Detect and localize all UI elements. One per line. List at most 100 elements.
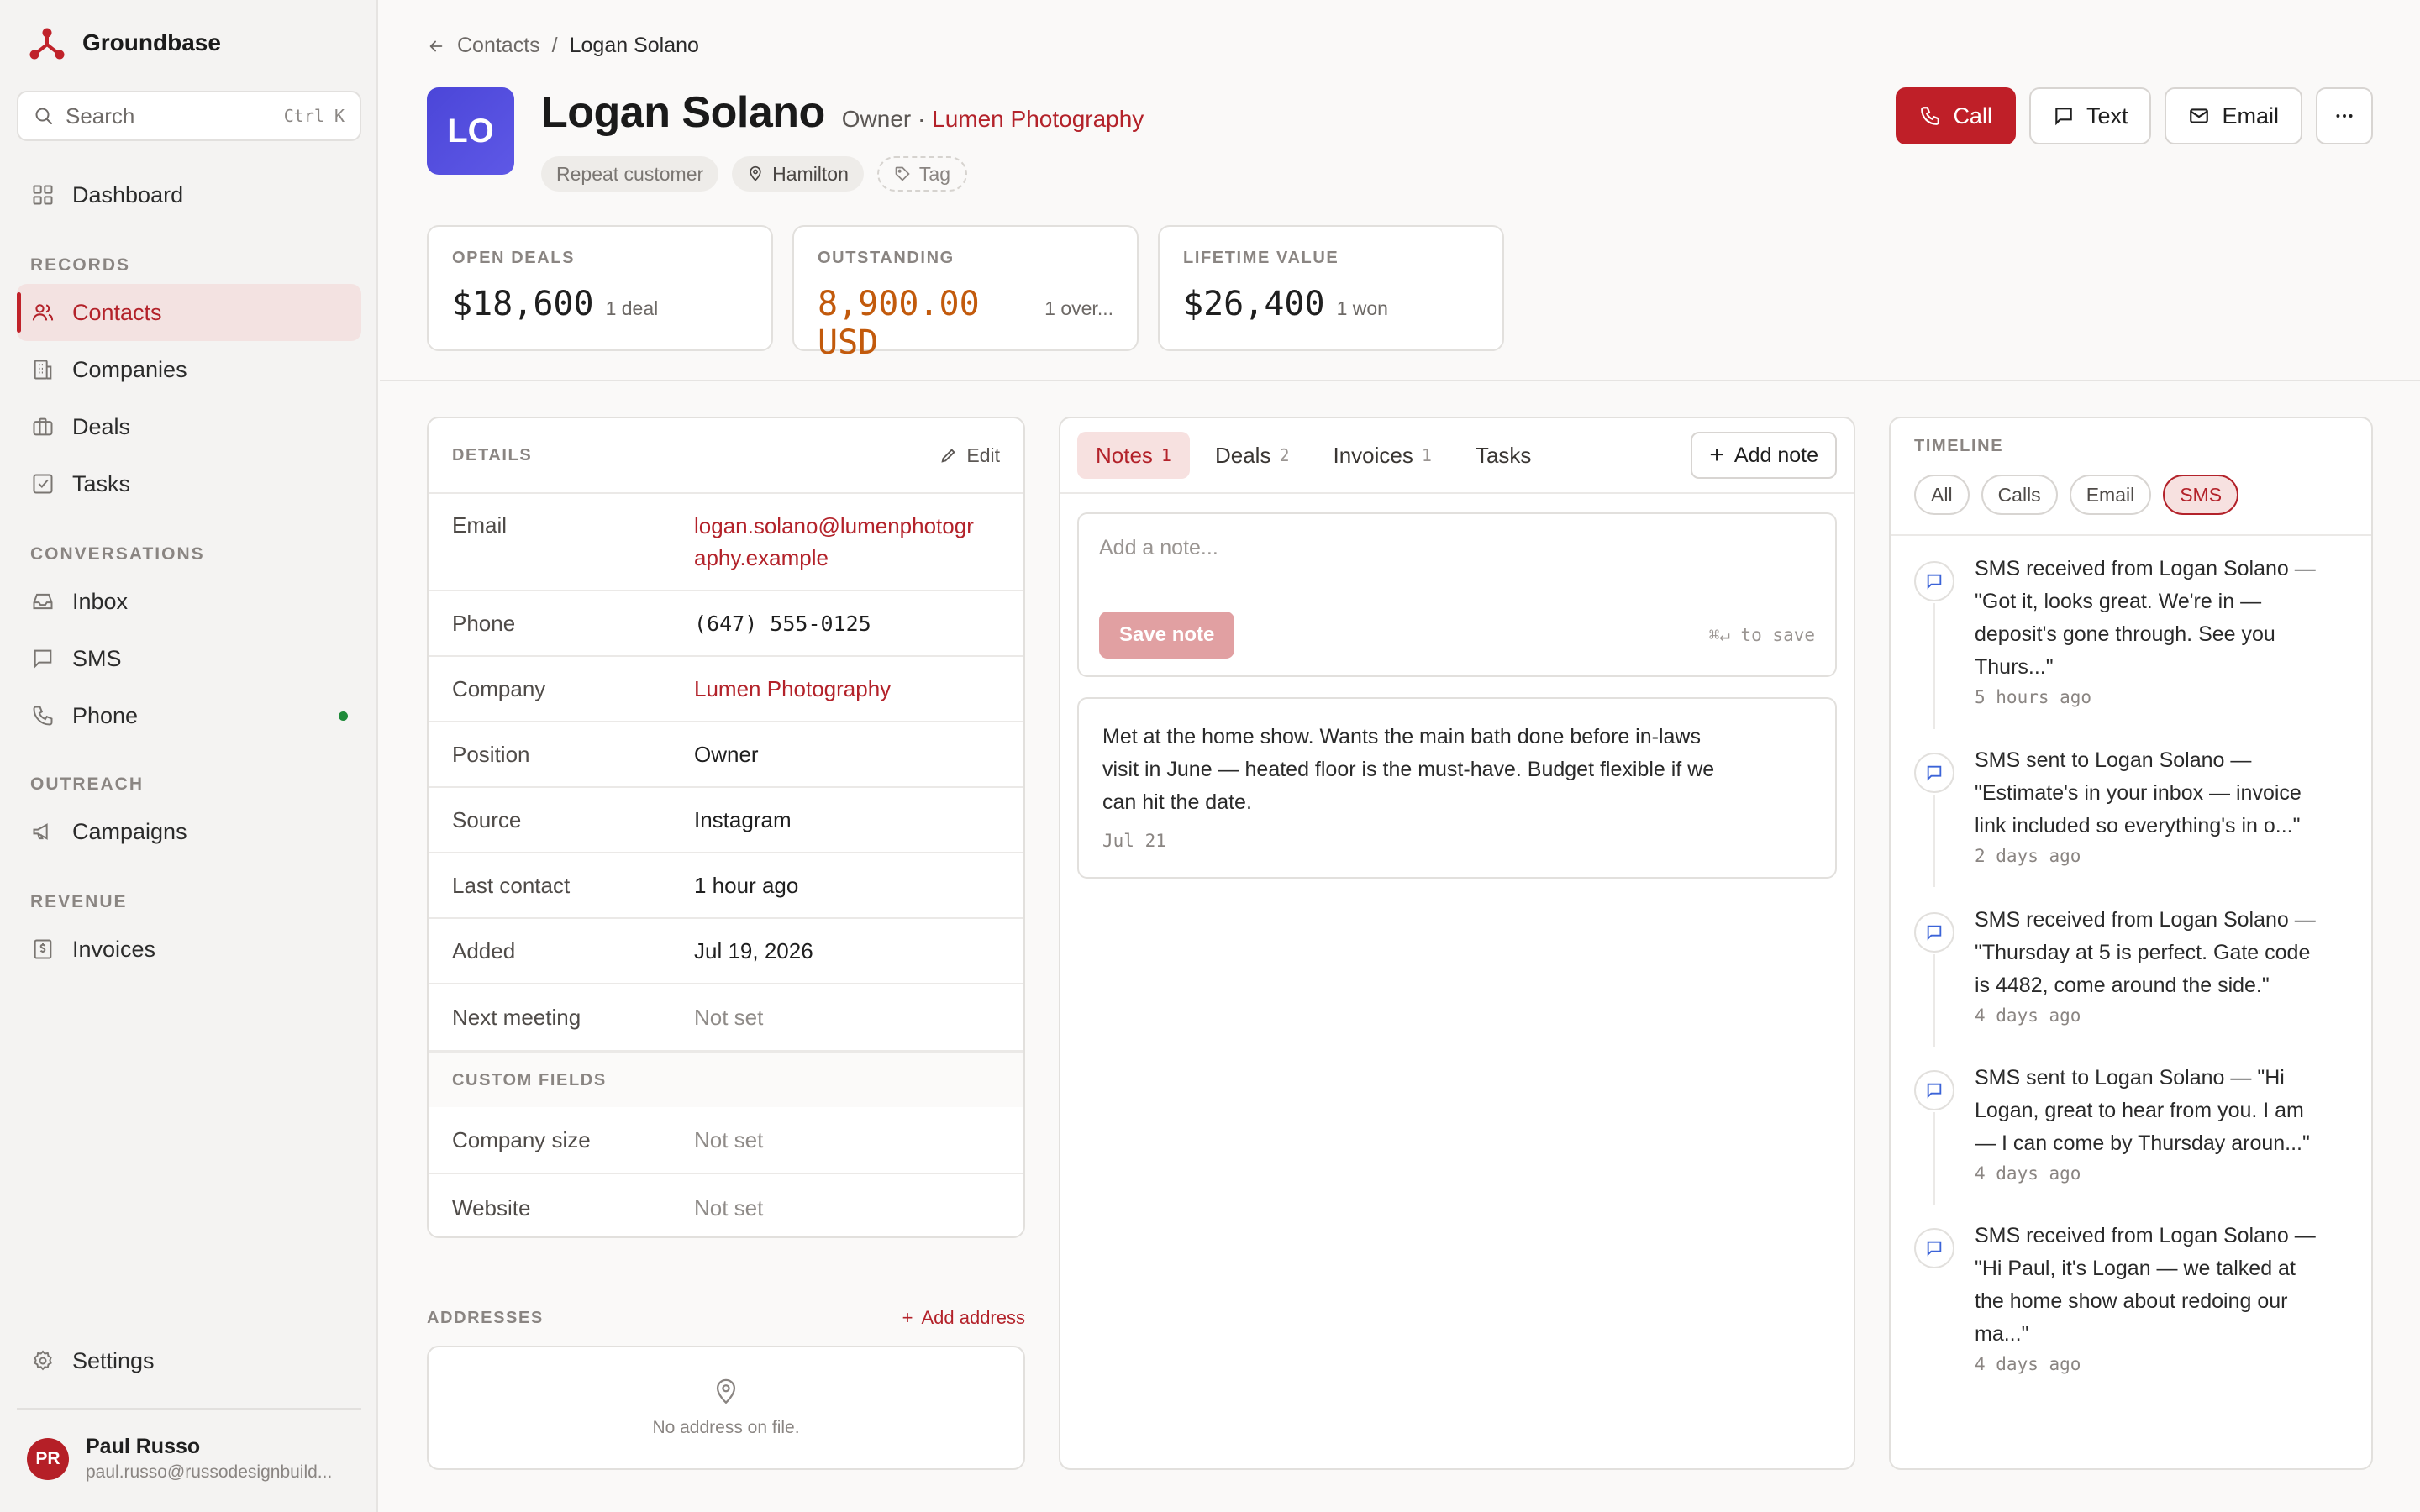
sidebar-item-campaigns[interactable]: Campaigns	[17, 803, 361, 860]
contact-company-link[interactable]: Lumen Photography	[932, 106, 1144, 132]
call-button[interactable]: Call	[1896, 87, 2016, 144]
sidebar-item-tasks[interactable]: Tasks	[17, 455, 361, 512]
detail-row-phone: Phone (647) 555-0125	[429, 591, 1023, 657]
detail-value[interactable]: Not set	[694, 1195, 763, 1221]
sidebar-item-deals[interactable]: Deals	[17, 398, 361, 455]
timeline-line: — I can come by Thursday aroun..."	[1975, 1131, 2310, 1155]
note-composer[interactable]: Add a note... Save note ⌘↵ to save	[1077, 512, 1837, 677]
breadcrumb-contacts-link[interactable]: Contacts	[457, 34, 540, 58]
stat-value: $18,600	[452, 285, 594, 323]
timeline-header: TIMELINE All Calls Email SMS	[1891, 418, 2371, 536]
sidebar-item-label: Settings	[72, 1347, 155, 1373]
email-line-2: aphy.example	[694, 545, 829, 570]
building-icon	[34, 360, 52, 380]
text-button-label: Text	[2086, 102, 2128, 129]
sidebar-item-sms[interactable]: SMS	[17, 630, 361, 687]
timeline-line: SMS received from Logan Solano —	[1975, 1224, 2316, 1247]
sidebar-item-contacts[interactable]: Contacts	[17, 284, 361, 341]
timeline-line: is 4482, come around the side."	[1975, 974, 2270, 997]
dashboard-grid-icon	[33, 185, 53, 205]
page-title: Logan Solano	[541, 88, 825, 137]
contact-avatar: LO	[427, 87, 514, 175]
contact-position: Owner ·	[841, 106, 926, 132]
megaphone-icon	[33, 823, 48, 840]
sidebar-item-invoices[interactable]: Invoices	[17, 921, 361, 978]
save-note-button[interactable]: Save note	[1099, 612, 1235, 659]
sidebar-item-label: Companies	[72, 356, 187, 382]
text-button[interactable]: Text	[2028, 87, 2152, 144]
edit-details-button[interactable]: Edit	[939, 444, 1000, 467]
sidebar-item-dashboard[interactable]: Dashboard	[17, 166, 361, 223]
tag-repeat-customer[interactable]: Repeat customer	[541, 156, 719, 192]
add-note-label: Add note	[1733, 443, 1818, 467]
tab-tasks[interactable]: Tasks	[1457, 432, 1549, 479]
add-address-label: Add address	[921, 1307, 1025, 1328]
custom-row-company-size: Company size Not set	[429, 1107, 1023, 1174]
detail-company-link[interactable]: Lumen Photography	[694, 676, 891, 702]
filter-all[interactable]: All	[1914, 475, 1970, 515]
breadcrumb-separator: /	[551, 34, 558, 57]
section-conversations: CONVERSATIONS	[30, 544, 205, 564]
timeline-time: 5 hours ago	[1975, 687, 2092, 707]
tab-count: 1	[1160, 445, 1171, 465]
tab-label: Deals	[1214, 442, 1271, 468]
sidebar-item-inbox[interactable]: Inbox	[17, 573, 361, 630]
detail-phone-value[interactable]: (647) 555-0125	[694, 612, 871, 636]
detail-row-added: Added Jul 19, 2026	[429, 919, 1023, 984]
timeline-text: SMS received from Logan Solano — "Thursd…	[1975, 904, 2351, 1002]
plus-icon: +	[1709, 441, 1724, 469]
sidebar-item-companies[interactable]: Companies	[17, 341, 361, 398]
contact-title-row: Logan Solano Owner · Lumen Photography	[541, 87, 1144, 138]
tab-label: Invoices	[1333, 442, 1413, 468]
message-icon	[1914, 1070, 1954, 1110]
pencil-icon	[941, 449, 956, 463]
message-icon	[1914, 912, 1954, 953]
add-note-button[interactable]: + Add note	[1691, 432, 1837, 479]
timeline-item[interactable]: SMS sent to Logan Solano — "Estimate's i…	[1914, 744, 2351, 887]
stat-sub: 1 deal	[605, 297, 659, 319]
timeline-text: SMS sent to Logan Solano — "Estimate's i…	[1975, 744, 2351, 843]
tag-location[interactable]: Hamilton	[732, 156, 864, 192]
filter-calls[interactable]: Calls	[1981, 475, 2058, 515]
search-shortcut: Ctrl K	[283, 106, 345, 126]
sidebar-item-settings[interactable]: Settings	[17, 1332, 361, 1389]
brand[interactable]: Groundbase	[29, 24, 221, 62]
timeline-line: "Hi Paul, it's Logan — we talked at	[1975, 1257, 2296, 1280]
detail-value[interactable]: Not set	[694, 1005, 763, 1031]
timeline-connector	[1933, 795, 1935, 887]
detail-key: Email	[452, 512, 508, 538]
filter-email[interactable]: Email	[2069, 475, 2152, 515]
more-actions-button[interactable]	[2316, 87, 2373, 144]
inbox-icon	[33, 593, 53, 610]
message-icon	[34, 649, 52, 669]
tab-deals[interactable]: Deals 2	[1197, 432, 1308, 479]
checkbox-icon	[33, 474, 53, 494]
detail-email-value[interactable]: logan.solano@lumenphotogr aphy.example	[694, 510, 974, 574]
note-item[interactable]: Met at the home show. Wants the main bat…	[1077, 697, 1837, 879]
timeline-item[interactable]: SMS received from Logan Solano — "Thursd…	[1914, 904, 2351, 1047]
tab-invoices[interactable]: Invoices 1	[1315, 432, 1450, 479]
add-tag-button[interactable]: Tag	[876, 156, 967, 192]
stat-label: LIFETIME VALUE	[1183, 249, 1339, 267]
filter-sms[interactable]: SMS	[2163, 475, 2239, 515]
message-icon	[2055, 108, 2072, 126]
notes-panel: Notes 1 Deals 2 Invoices 1 Tasks + Add n…	[1059, 417, 1855, 1470]
timeline-item[interactable]: SMS received from Logan Solano — "Hi Pau…	[1914, 1220, 2351, 1374]
call-button-label: Call	[1953, 102, 1992, 129]
note-line: visit in June — heated floor is the must…	[1102, 758, 1715, 781]
user-profile[interactable]: PR Paul Russo paul.russo@russodesignbuil…	[27, 1435, 332, 1483]
search-input[interactable]: Search Ctrl K	[17, 91, 361, 141]
email-button[interactable]: Email	[2165, 87, 2302, 144]
detail-row-email: Email logan.solano@lumenphotogr aphy.exam…	[429, 494, 1023, 591]
timeline-line: SMS received from Logan Solano —	[1975, 908, 2316, 932]
sidebar-item-phone[interactable]: Phone	[17, 687, 361, 744]
add-address-button[interactable]: + Add address	[902, 1307, 1025, 1329]
detail-value[interactable]: Not set	[694, 1127, 763, 1153]
detail-row-source: Source Instagram	[429, 788, 1023, 853]
timeline-item[interactable]: SMS sent to Logan Solano — "Hi Logan, gr…	[1914, 1062, 2351, 1205]
timeline-item[interactable]: SMS received from Logan Solano — "Got it…	[1914, 553, 2351, 729]
mail-icon	[2190, 108, 2209, 123]
arrow-left-icon[interactable]	[427, 37, 445, 55]
tab-notes[interactable]: Notes 1	[1077, 432, 1190, 479]
header-divider	[380, 380, 2420, 381]
